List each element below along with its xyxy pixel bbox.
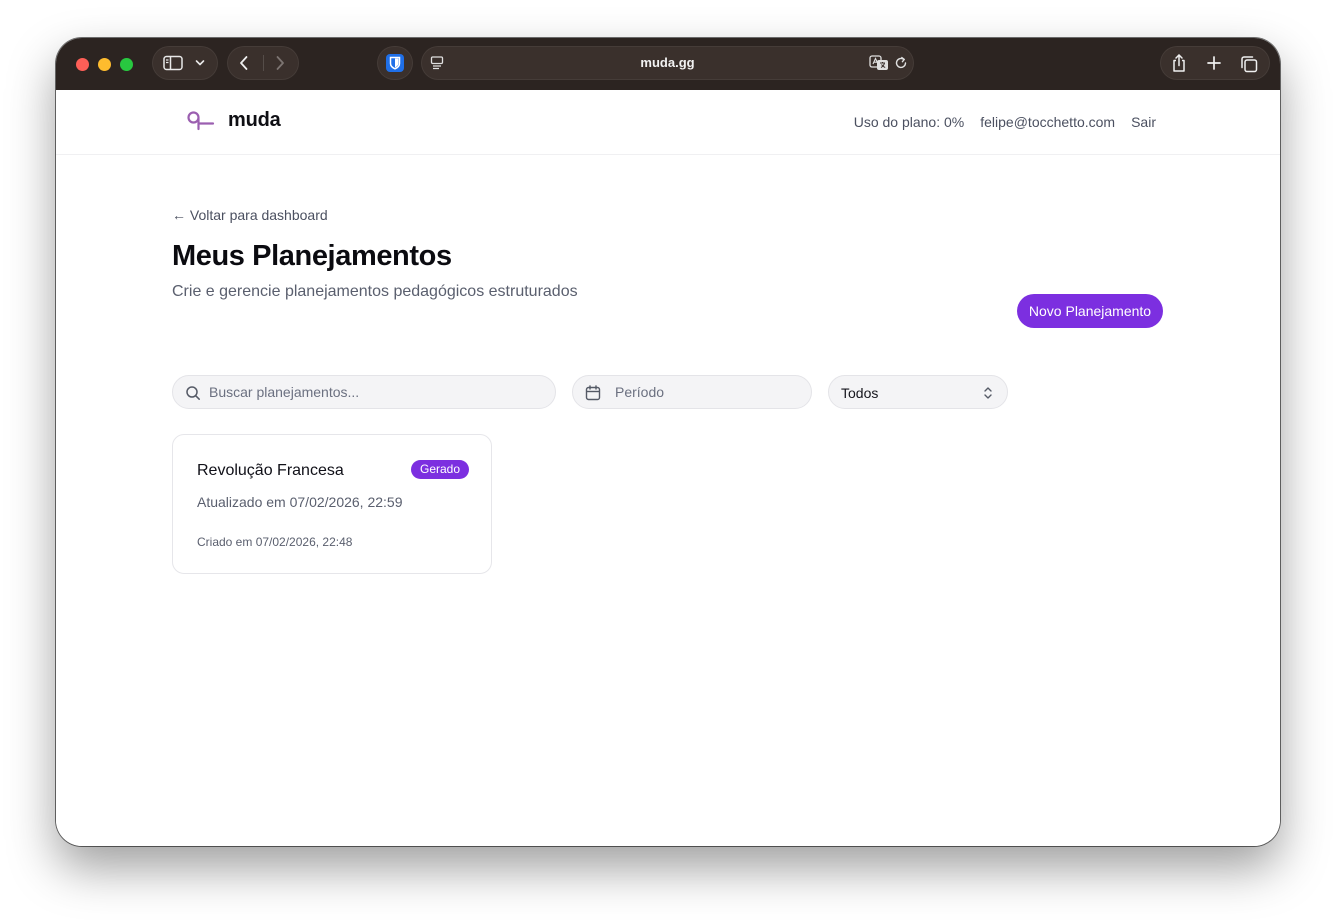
tabs-icon[interactable]: [1240, 55, 1258, 73]
share-icon[interactable]: [1171, 53, 1187, 73]
period-picker[interactable]: [572, 375, 812, 409]
back-to-dashboard-link[interactable]: ← Voltar para dashboard: [172, 207, 328, 223]
plan-card[interactable]: Revolução Francesa Gerado Atualizado em …: [172, 434, 492, 574]
page-title: Meus Planejamentos: [172, 240, 452, 272]
logout-link[interactable]: Sair: [1131, 114, 1156, 130]
status-filter-select[interactable]: Todos: [828, 375, 1008, 409]
zoom-window-button[interactable]: [120, 58, 133, 71]
search-icon: [186, 386, 200, 400]
plan-usage: Uso do plano: 0%: [853, 114, 965, 130]
screenshot-stage: muda.gg muda Uso do plano: 0% felipe@toc…: [0, 0, 1336, 920]
plus-icon[interactable]: [1207, 56, 1221, 70]
chevron-right-icon[interactable]: [274, 55, 286, 71]
status-badge: Gerado: [411, 460, 470, 479]
status-filter-value: Todos: [841, 385, 879, 401]
reload-icon[interactable]: [894, 56, 908, 70]
sidebar-toggle-button[interactable]: [152, 46, 218, 80]
muda-logo-icon[interactable]: [186, 110, 216, 132]
browser-window: muda.gg muda Uso do plano: 0% felipe@toc…: [56, 38, 1280, 846]
chevron-down-icon[interactable]: [195, 59, 205, 67]
navigation-buttons: [227, 46, 299, 80]
calendar-icon: [585, 385, 601, 401]
chevron-left-icon[interactable]: [238, 55, 250, 71]
plan-title: Revolução Francesa: [197, 462, 344, 479]
app-header: muda Uso do plano: 0% felipe@tocchetto.c…: [56, 90, 1280, 155]
page-subtitle: Crie e gerencie planejamentos pedagógico…: [172, 283, 578, 300]
browser-toolbar: muda.gg: [56, 38, 1280, 90]
brand-name[interactable]: muda: [228, 109, 281, 132]
sidebar-icon: [163, 55, 183, 71]
search-box[interactable]: [172, 375, 556, 409]
nav-divider: [263, 55, 264, 71]
page-content: muda Uso do plano: 0% felipe@tocchetto.c…: [56, 90, 1280, 846]
period-input[interactable]: [615, 376, 797, 408]
bitwarden-icon: [386, 54, 404, 72]
close-window-button[interactable]: [76, 58, 89, 71]
user-email: felipe@tocchetto.com: [980, 114, 1116, 130]
browser-actions: [1160, 46, 1270, 80]
account-area: Uso do plano: 0% felipe@tocchetto.com Sa…: [854, 114, 1156, 130]
plan-created-date: Criado em 07/02/2026, 22:48: [197, 535, 353, 549]
password-manager-extension-button[interactable]: [377, 46, 413, 80]
minimize-window-button[interactable]: [98, 58, 111, 71]
plan-updated-date: Atualizado em 07/02/2026, 22:59: [197, 494, 403, 510]
address-bar[interactable]: muda.gg: [421, 46, 914, 80]
translate-icon[interactable]: [869, 55, 889, 71]
url-text[interactable]: muda.gg: [421, 55, 914, 70]
search-input[interactable]: [209, 376, 541, 408]
new-plan-button[interactable]: Novo Planejamento: [1017, 294, 1163, 328]
chevron-up-down-icon: [984, 387, 992, 399]
